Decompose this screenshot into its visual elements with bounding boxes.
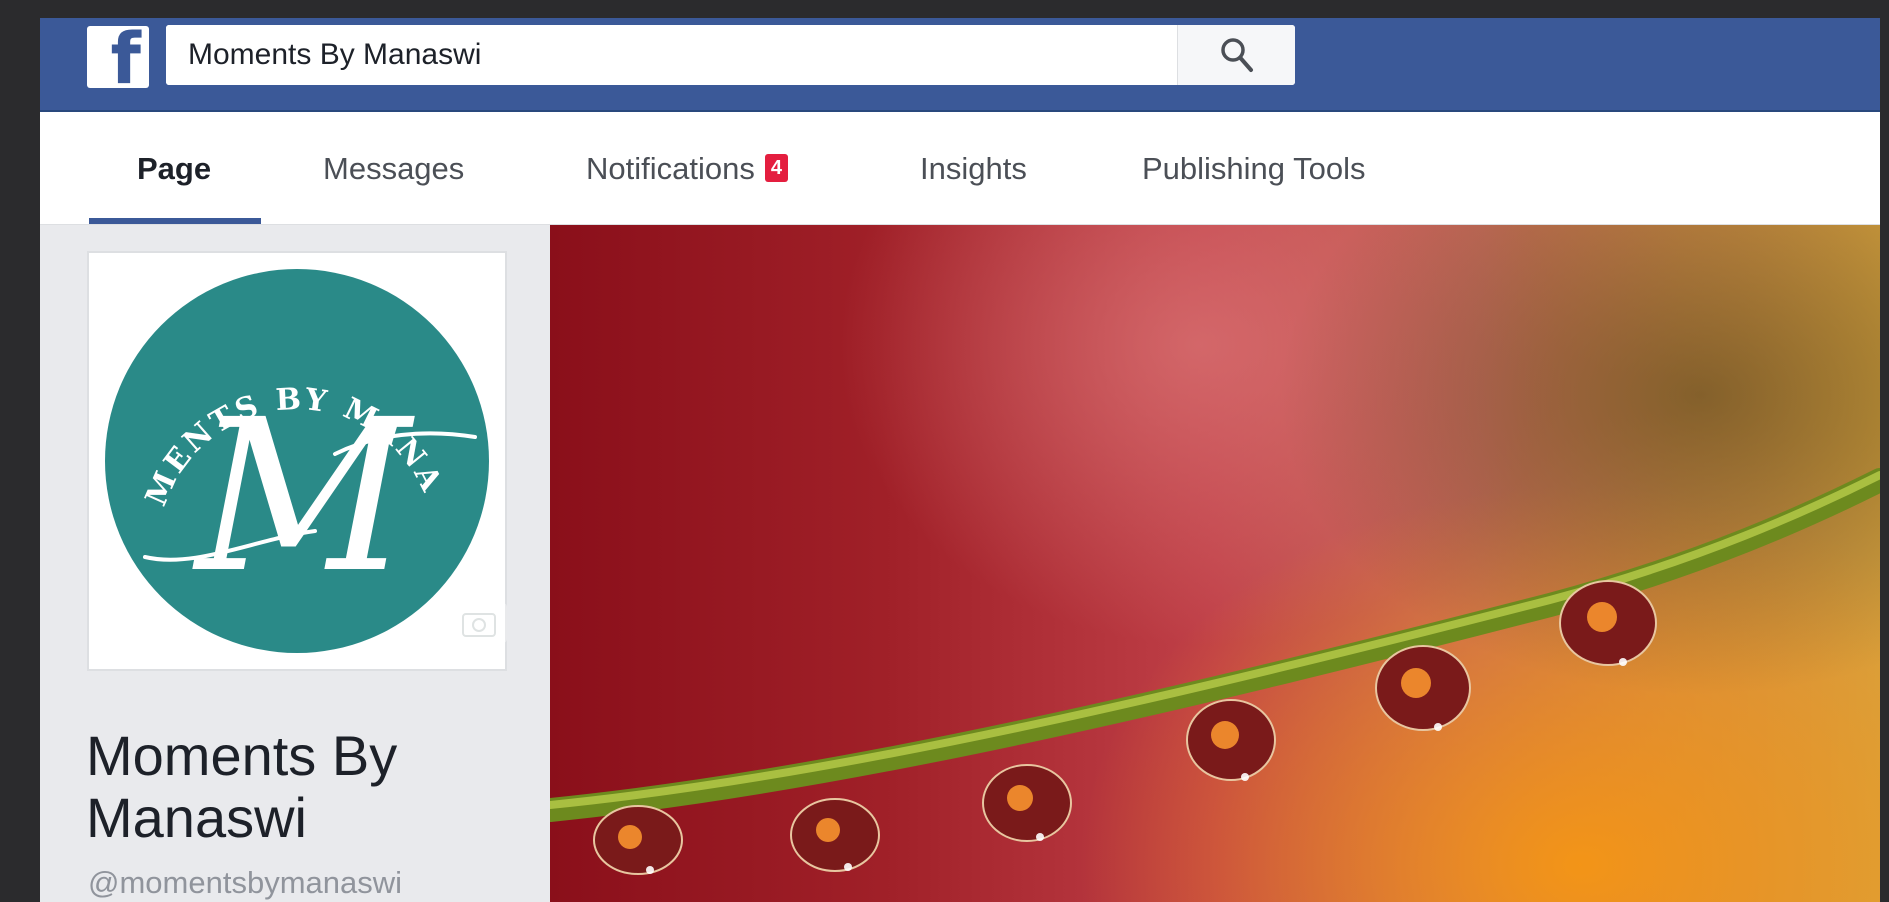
tab-insights[interactable]: Insights	[920, 112, 1027, 224]
tab-page-label: Page	[137, 151, 212, 186]
search-icon	[1221, 38, 1253, 72]
page-name: Moments By Manaswi	[86, 724, 398, 849]
tab-messages-label: Messages	[323, 151, 465, 186]
tab-messages[interactable]: Messages	[323, 112, 464, 224]
top-bar: f	[40, 18, 1880, 112]
camera-icon	[462, 613, 496, 637]
search-button[interactable]	[1177, 25, 1295, 85]
page-tab-bar: Page Messages Notifications 4 Insights Pu…	[40, 112, 1880, 225]
tab-notifications[interactable]: Notifications 4	[586, 112, 788, 224]
brand-logo-image: MOMENTS BY MANASWI M	[105, 269, 489, 653]
notification-count-badge: 4	[764, 153, 788, 182]
facebook-page-window: f Page Messages Notifications 4 Insights …	[40, 18, 1880, 902]
logo-monogram-letter: M	[191, 374, 415, 619]
tab-notifications-label: Notifications	[586, 151, 755, 186]
tab-publishing-tools-label: Publishing Tools	[1142, 151, 1366, 186]
camera-button[interactable]	[451, 603, 507, 643]
search-box	[166, 25, 1295, 85]
page-username[interactable]: @momentsbymanaswi	[88, 865, 402, 901]
tab-publishing-tools[interactable]: Publishing Tools	[1142, 112, 1365, 224]
cover-photo-image	[550, 468, 1880, 875]
cover-photo[interactable]	[550, 225, 1880, 902]
tab-page[interactable]: Page	[88, 112, 262, 224]
profile-picture[interactable]: MOMENTS BY MANASWI M	[87, 251, 507, 671]
search-input[interactable]	[166, 25, 1166, 85]
tab-insights-label: Insights	[920, 151, 1027, 186]
facebook-logo-icon[interactable]: f	[87, 26, 149, 88]
left-column: MOMENTS BY MANASWI M Moments By Manaswi …	[40, 225, 550, 902]
facebook-logo-letter: f	[110, 26, 141, 88]
